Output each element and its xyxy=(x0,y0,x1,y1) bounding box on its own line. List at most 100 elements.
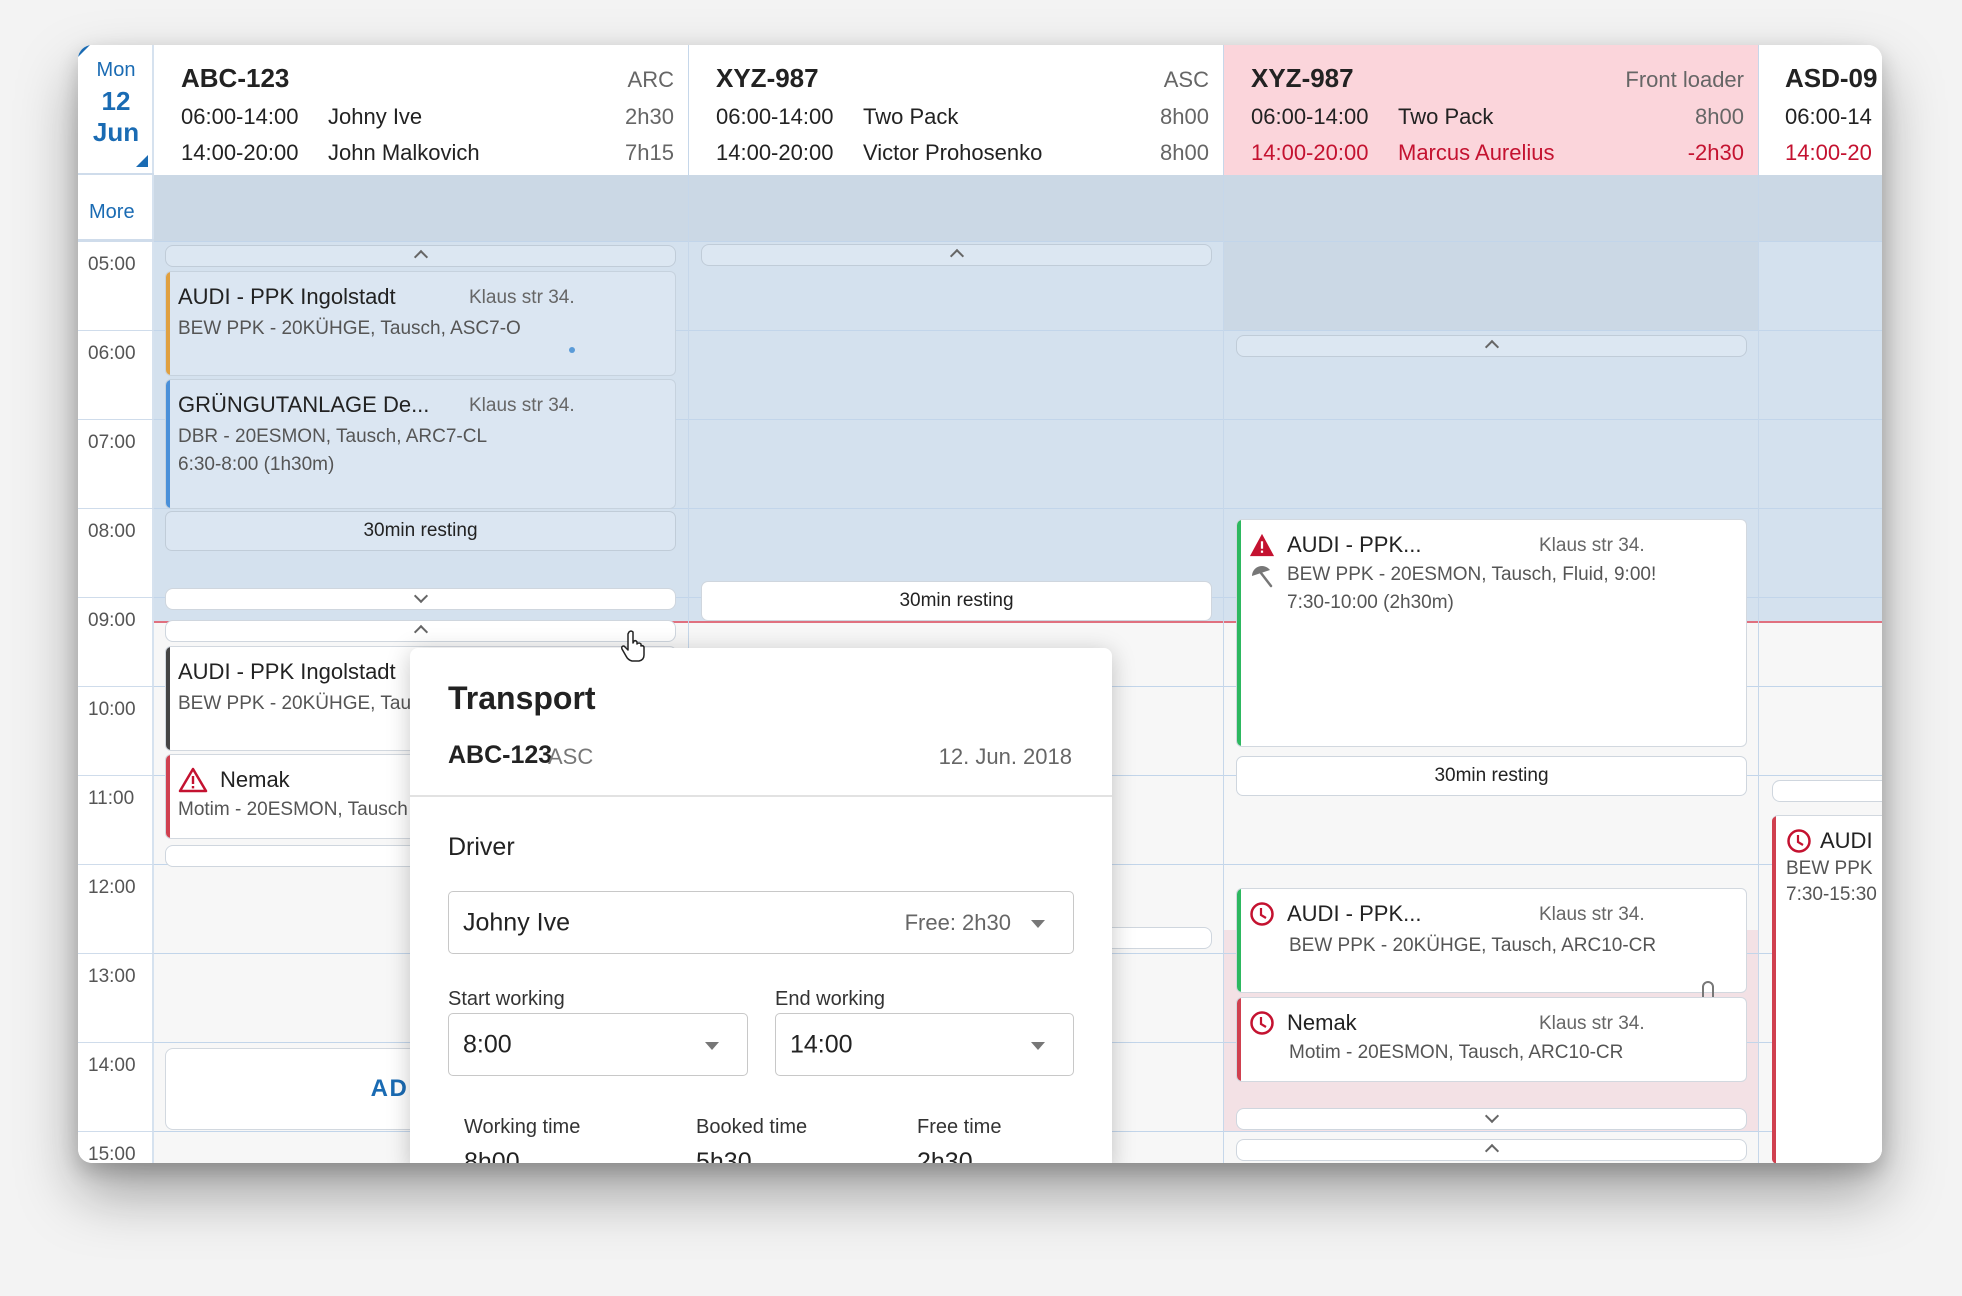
vehicle-header[interactable]: XYZ-987 Front loader 06:00-14:00 Two Pack 8… xyxy=(1224,45,1758,175)
popup-plate: ABC-123 xyxy=(448,741,553,769)
card-title: Nemak xyxy=(1287,1010,1357,1035)
vehicle-type: ASC xyxy=(1163,67,1209,92)
hour-label: 15:00 xyxy=(78,1131,154,1163)
vehicle-column: XYZ-987 Front loader 06:00-14:00 Two Pack 8… xyxy=(1224,45,1759,1163)
chevron-up-icon xyxy=(413,249,428,265)
day-number: 12 xyxy=(101,86,131,116)
warning-filled-icon xyxy=(1249,532,1275,558)
dropdown-caret-icon xyxy=(705,1041,719,1050)
more-row-band xyxy=(1224,175,1758,330)
scroll-down-button[interactable] xyxy=(165,588,676,610)
scroll-up-button[interactable] xyxy=(701,244,1212,266)
end-working-value: 14:00 xyxy=(790,1030,853,1058)
more-link[interactable]: More xyxy=(78,175,154,241)
offshift-band xyxy=(1759,241,1882,621)
vehicle-plate: ABC-123 xyxy=(181,63,290,93)
vehicle-header[interactable]: XYZ-987 ASC 06:00-14:00 Two Pack 8h00 14:00… xyxy=(689,45,1223,175)
shift-driver: Johny Ive xyxy=(328,104,423,129)
transport-card[interactable]: AUDI - PPK... Klaus str 34. BEW PPK - 20… xyxy=(1236,519,1747,747)
card-subtitle: BEW PPK xyxy=(1786,858,1873,879)
vehicle-plate: XYZ-987 xyxy=(1251,63,1354,93)
shift-row: 14:00-20:00 John Malkovich xyxy=(181,140,480,166)
vehicle-header[interactable]: ASD-09 06:00-14 14:00-20 xyxy=(1759,45,1882,175)
schedule-window: Mon 12 Jun More 05:00 06:00 07:00 08:00 … xyxy=(78,45,1882,1163)
card-subtitle: DBR - 20ESMON, Tausch, ARC7-CL xyxy=(178,426,488,447)
free-time-value: 2h30 xyxy=(917,1148,973,1163)
shift-row: 06:00-14 xyxy=(1785,104,1882,130)
card-subtitle: BEW PPK - 20KÜHGE, Tausch, ASC7-O xyxy=(178,318,521,339)
corner-marker-icon xyxy=(78,45,90,57)
chevron-up-icon xyxy=(413,624,428,640)
warning-outline-icon xyxy=(178,767,208,793)
card-subtitle: BEW PPK - 20KÜHGE, Tausch, ARC10-CR xyxy=(1289,935,1657,956)
scroll-button[interactable] xyxy=(1772,780,1882,802)
shift-row: 06:00-14:00 Two Pack xyxy=(1251,104,1493,130)
card-title: AUDI - PPK... xyxy=(1287,901,1422,926)
card-title: AUDI - PPK Ingolstadt xyxy=(178,284,396,309)
resting-block[interactable]: 30min resting xyxy=(165,511,676,551)
card-subtitle: Motim - 20ESMON, Tausch, ARC10-CR xyxy=(1289,1042,1624,1063)
booked-time-label: Booked time xyxy=(696,1116,808,1138)
card-address: Klaus str 34. xyxy=(1539,1013,1645,1034)
card-address: Klaus str 34. xyxy=(469,395,575,416)
clock-icon xyxy=(1786,828,1812,854)
vehicle-type: Front loader xyxy=(1625,67,1744,92)
shift-driver: Two Pack xyxy=(1398,104,1494,129)
hand-cursor-icon xyxy=(621,630,645,662)
clock-icon xyxy=(1249,1010,1275,1036)
card-title: Nemak xyxy=(220,767,290,792)
transport-card[interactable]: AUDI - PPK... Klaus str 34. BEW PPK - 20… xyxy=(1236,888,1747,993)
working-time-label: Working time xyxy=(464,1116,581,1138)
driver-select[interactable]: Johny Ive Free: 2h30 xyxy=(448,891,1074,954)
card-title: AUDI xyxy=(1820,828,1873,853)
shift-hours: -2h30 xyxy=(1687,140,1744,165)
shift-row: 06:00-14:00 Johny Ive xyxy=(181,104,422,130)
hour-label: 14:00 xyxy=(78,1042,154,1131)
scroll-up-button[interactable] xyxy=(1236,1139,1747,1161)
date-picker[interactable]: Mon 12 Jun xyxy=(78,45,154,175)
vehicle-header[interactable]: ABC-123 ARC 06:00-14:00 Johny Ive 2h30 14:0… xyxy=(154,45,688,175)
card-address: Klaus str 34. xyxy=(1539,535,1645,556)
shift-row: 06:00-14:00 Two Pack xyxy=(716,104,958,130)
shift-hours: 8h00 xyxy=(1160,140,1209,165)
vehicle-plate: XYZ-987 xyxy=(716,63,819,93)
hour-label: 07:00 xyxy=(78,419,154,508)
hour-label: 13:00 xyxy=(78,953,154,1042)
start-working-select[interactable]: 8:00 xyxy=(448,1013,748,1076)
transport-card[interactable]: AUDI BEW PPK 7:30-15:30 xyxy=(1772,815,1882,1163)
shift-hours: 8h00 xyxy=(1695,104,1744,129)
hour-label: 05:00 xyxy=(78,241,154,330)
hour-label: 06:00 xyxy=(78,330,154,419)
chevron-up-icon xyxy=(1484,1143,1499,1159)
clock-icon xyxy=(1249,901,1275,927)
card-subtitle: BEW PPK - 20ESMON, Tausch, Fluid, 9:00! xyxy=(1287,564,1657,585)
scroll-down-button[interactable] xyxy=(1236,1108,1747,1130)
scroll-up-button[interactable] xyxy=(165,245,676,267)
shift-time: 06:00-14 xyxy=(1785,104,1872,129)
shift-row-warning: 14:00-20 xyxy=(1785,140,1882,166)
transport-card[interactable]: GRÜNGUTANLAGE De... Klaus str 34. DBR - 2… xyxy=(165,379,676,509)
shift-driver: Two Pack xyxy=(863,104,959,129)
popup-vehicle-type: ASC xyxy=(548,744,594,769)
hour-label: 12:00 xyxy=(78,864,154,953)
card-address: Klaus str 34. xyxy=(1539,904,1645,925)
start-working-label: Start working xyxy=(448,988,565,1010)
scroll-up-button[interactable] xyxy=(1236,335,1747,357)
scroll-up-button[interactable] xyxy=(165,620,676,642)
resting-block[interactable]: 30min resting xyxy=(1236,756,1747,796)
shift-row: 14:00-20:00 Victor Prohosenko xyxy=(716,140,1042,166)
transport-card[interactable]: AUDI - PPK Ingolstadt Klaus str 34. BEW P… xyxy=(165,271,676,376)
chevron-down-icon xyxy=(1484,1108,1499,1124)
resting-block[interactable]: 30min resting xyxy=(701,581,1212,621)
hour-label: 10:00 xyxy=(78,686,154,775)
shift-time: 06:00-14:00 xyxy=(716,104,834,129)
month: Jun xyxy=(92,117,140,147)
end-working-select[interactable]: 14:00 xyxy=(775,1013,1074,1076)
shift-row-warning: 14:00-20:00 Marcus Aurelius xyxy=(1251,140,1555,166)
shift-hours: 2h30 xyxy=(625,104,674,129)
transport-popup: Transport ABC-123 ASC 12. Jun. 2018 Driv… xyxy=(410,648,1112,1163)
driver-label: Driver xyxy=(448,833,515,861)
transport-card[interactable]: Nemak Klaus str 34. Motim - 20ESMON, Tau… xyxy=(1236,997,1747,1082)
vehicle-column: ASD-09 06:00-14 14:00-20 AUDI BEW PPK 7:… xyxy=(1759,45,1882,1163)
card-time: 7:30-10:00 (2h30m) xyxy=(1287,592,1454,613)
